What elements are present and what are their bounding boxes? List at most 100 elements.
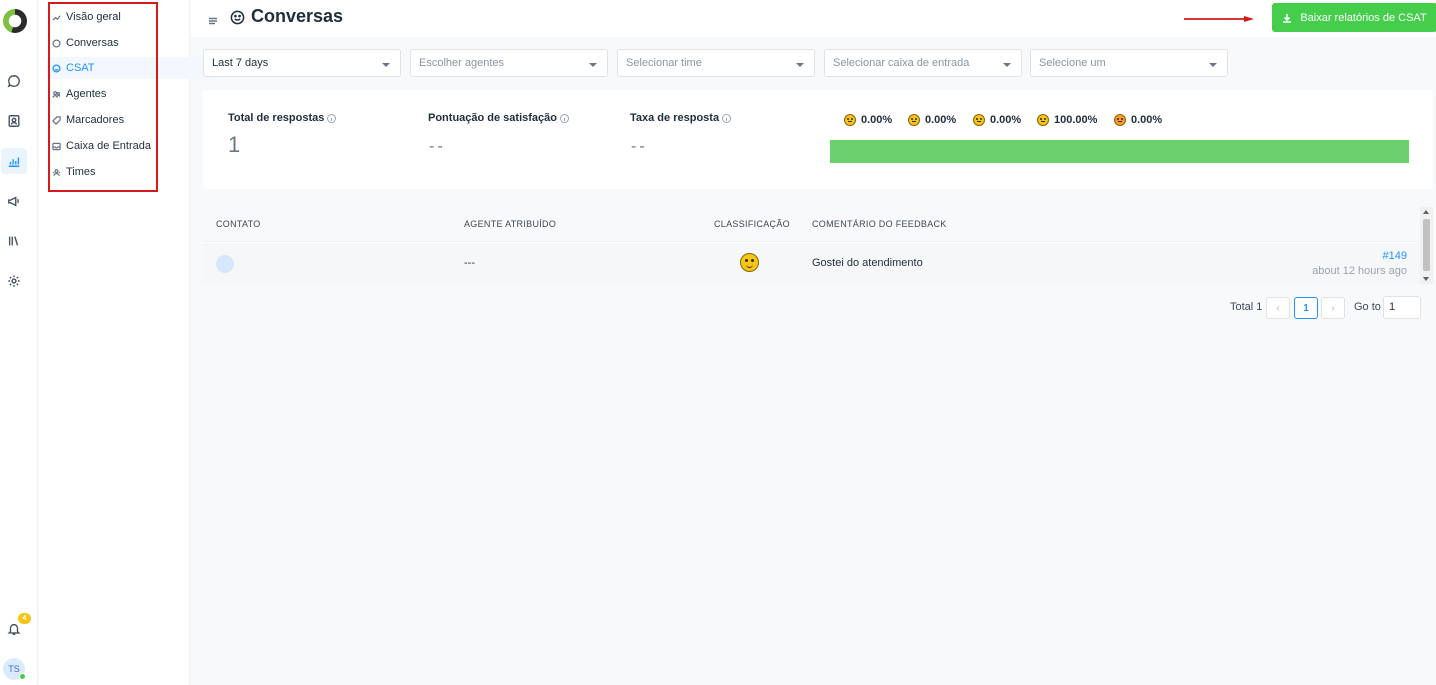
conversations-icon[interactable] <box>5 72 23 90</box>
column-header-agent[interactable]: AGENTE ATRIBUÍDO <box>464 219 556 229</box>
expressionless-face-icon <box>908 114 920 126</box>
rating-3-value: 0.00% <box>990 114 1022 126</box>
team-icon <box>52 168 61 176</box>
pagination-total: Total 1 <box>1230 301 1263 313</box>
satisfaction-bar-fill <box>830 140 1409 163</box>
smile-icon <box>230 10 245 25</box>
scroll-down-icon[interactable] <box>1423 277 1429 281</box>
sidebar-item-overview[interactable]: Visão geral <box>47 6 184 28</box>
date-range-select[interactable]: Last 7 days <box>203 49 401 77</box>
contacts-icon[interactable] <box>5 112 23 130</box>
info-icon[interactable] <box>560 113 569 123</box>
table-row[interactable]: --- Gostei do atendimento #149 about 12 … <box>203 243 1420 284</box>
heart-eyes-face-icon <box>1114 114 1126 126</box>
disappointed-face-icon <box>844 114 856 126</box>
download-icon <box>1283 13 1292 23</box>
chevron-right-icon: › <box>1331 302 1335 314</box>
table-scrollbar[interactable] <box>1420 207 1433 284</box>
sidebar-item-conversations[interactable]: Conversas <box>47 32 184 54</box>
response-rate-label-text: Taxa de resposta <box>630 112 720 124</box>
inbox-select[interactable]: Selecionar caixa de entrada <box>824 49 1022 77</box>
csat-metrics-card: Total de respostas 1 Pontuação de satisf… <box>203 90 1433 189</box>
chevron-down-icon <box>589 63 597 67</box>
logo[interactable] <box>3 9 27 33</box>
rating-2-value: 0.00% <box>925 114 957 126</box>
rating-5: 0.00% <box>1114 114 1162 126</box>
grinning-face-icon <box>1037 114 1049 126</box>
sidebar-item-label: Times <box>66 166 96 178</box>
sidebar-item-label: Agentes <box>66 88 107 100</box>
satisfaction-score-value: -- <box>429 138 446 155</box>
annotation-arrow <box>1184 16 1254 22</box>
grinning-face-icon <box>740 253 759 272</box>
csat-responses-table: CONTATO AGENTE ATRIBUÍDO CLASSIFICAÇÃO C… <box>203 207 1433 284</box>
neutral-face-icon <box>973 114 985 126</box>
chevron-left-icon: ‹ <box>1276 302 1280 314</box>
inbox-icon <box>52 142 61 150</box>
inbox-placeholder: Selecionar caixa de entrada <box>833 57 970 69</box>
goto-page-input[interactable]: 1 <box>1383 296 1421 319</box>
conversation-link[interactable]: #149 <box>1383 250 1407 262</box>
column-header-comment[interactable]: COMENTÁRIO DO FEEDBACK <box>812 219 947 229</box>
total-responses-value: 1 <box>228 132 241 157</box>
chevron-down-icon <box>796 63 804 67</box>
download-csat-report-button[interactable]: Baixar relatórios de CSAT <box>1272 3 1436 32</box>
date-range-value: Last 7 days <box>212 57 269 69</box>
tag-icon <box>52 115 61 125</box>
team-select[interactable]: Selecionar time <box>617 49 815 77</box>
satisfaction-distribution-bar <box>830 140 1409 163</box>
rating-select[interactable]: Selecione um <box>1030 49 1228 77</box>
page-button-current[interactable]: 1 <box>1294 297 1318 319</box>
rating-1-value: 0.00% <box>861 114 893 126</box>
goto-label: Go to <box>1354 301 1381 313</box>
info-icon[interactable] <box>722 113 732 123</box>
sidebar-item-teams[interactable]: Times <box>47 161 184 183</box>
campaigns-icon[interactable] <box>5 192 23 210</box>
sidebar-item-agents[interactable]: Agentes <box>47 83 184 105</box>
team-placeholder: Selecionar time <box>626 57 702 69</box>
response-time: about 12 hours ago <box>1312 265 1407 277</box>
notification-badge: 4 <box>18 613 31 624</box>
reports-icon[interactable] <box>1 148 27 174</box>
prev-page-button[interactable]: ‹ <box>1266 297 1290 319</box>
primary-rail: 4 TS <box>0 0 38 685</box>
sidebar-item-csat[interactable]: CSAT <box>47 57 223 79</box>
assigned-agent: --- <box>464 257 475 269</box>
column-header-rating[interactable]: CLASSIFICAÇÃO <box>714 219 790 229</box>
sidebar-item-label: CSAT <box>66 62 95 74</box>
library-icon[interactable] <box>5 232 23 250</box>
next-page-button[interactable]: › <box>1321 297 1345 319</box>
satisfaction-score-label: Pontuação de satisfação <box>428 112 569 124</box>
sidebar-item-label: Conversas <box>66 37 119 49</box>
scroll-thumb[interactable] <box>1423 219 1430 271</box>
settings-icon[interactable] <box>5 272 23 290</box>
sidebar-item-label: Caixa de Entrada <box>66 140 151 152</box>
sidebar-item-inbox[interactable]: Caixa de Entrada <box>47 135 184 157</box>
sidebar-item-label: Marcadores <box>66 114 125 126</box>
online-status-dot <box>19 673 26 680</box>
people-icon <box>52 90 61 98</box>
page-title: Conversas <box>251 6 344 26</box>
chat-icon <box>52 38 61 48</box>
rating-5-value: 0.00% <box>1131 114 1163 126</box>
sidebar-item-tags[interactable]: Marcadores <box>47 109 184 131</box>
app-root: 4 TS Visão geral Conversas CSAT Agentes … <box>0 0 1436 685</box>
reports-sidebar: Visão geral Conversas CSAT Agentes Marca… <box>39 0 223 685</box>
feedback-comment: Gostei do atendimento <box>812 257 923 269</box>
agents-select[interactable]: Escolher agentes <box>410 49 608 77</box>
menu-toggle-icon[interactable] <box>208 13 218 25</box>
chevron-down-icon <box>382 63 390 67</box>
total-responses-label: Total de respostas <box>228 112 337 124</box>
rating-4: 100.00% <box>1037 114 1097 126</box>
download-csat-report-label: Baixar relatórios de CSAT <box>1300 11 1427 24</box>
scroll-up-icon[interactable] <box>1423 210 1429 214</box>
column-header-contact[interactable]: CONTATO <box>216 219 261 229</box>
trend-icon <box>52 14 61 21</box>
table-header: CONTATO AGENTE ATRIBUÍDO CLASSIFICAÇÃO C… <box>203 207 1420 242</box>
contact-avatar[interactable] <box>216 255 234 273</box>
chevron-down-icon <box>1003 63 1011 67</box>
info-icon[interactable] <box>327 113 337 123</box>
agents-placeholder: Escolher agentes <box>419 57 504 69</box>
sidebar-item-label: Visão geral <box>66 11 121 23</box>
satisfaction-score-label-text: Pontuação de satisfação <box>428 112 557 124</box>
